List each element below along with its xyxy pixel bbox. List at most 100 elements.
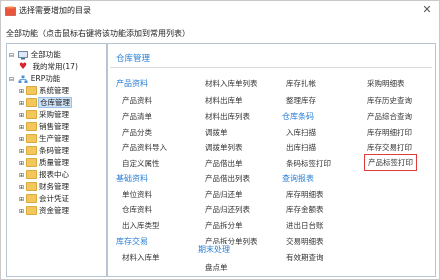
tree-item-label: 条码管理	[39, 146, 69, 155]
function-item[interactable]: 产品资料导入	[122, 142, 167, 153]
tree-item-label: 销售管理	[39, 122, 69, 131]
folder-icon	[26, 97, 37, 107]
function-item[interactable]: 产品综合查询	[367, 111, 412, 122]
tree-item-label: 会计凭证	[39, 194, 69, 203]
function-item[interactable]: 出库扫描	[286, 142, 316, 153]
tree-item-label: 财务管理	[39, 182, 69, 191]
tree-item-vouchers[interactable]: ⊞ 会计凭证	[19, 193, 69, 204]
tree-item-system[interactable]: ⊞ 系统管理	[19, 85, 69, 96]
function-item[interactable]: 材料出库单	[205, 95, 243, 106]
function-item[interactable]: 库存扎帐	[286, 78, 316, 89]
tree-favorites[interactable]: ♥ 我的常用(17)	[19, 61, 78, 72]
tree-item-funds[interactable]: ⊞ 资金管理	[19, 205, 69, 216]
tree-item-reports[interactable]: ⊞ 报表中心	[19, 169, 69, 180]
expand-icon[interactable]: ⊞	[19, 158, 26, 169]
function-item[interactable]: 材料出库列表	[205, 111, 250, 122]
function-item[interactable]: 产品资料	[122, 95, 152, 106]
function-item[interactable]: 自定义属性	[122, 158, 160, 169]
function-item[interactable]: 采购明细表	[367, 78, 405, 89]
tree-item-label: 资金管理	[39, 206, 69, 215]
function-item[interactable]: 单位资料	[122, 189, 152, 200]
tree-item-finance[interactable]: ⊞ 财务管理	[19, 181, 69, 192]
divider	[110, 67, 432, 68]
title-bar: 选择需要增加的目录 ✕	[1, 1, 439, 21]
section-title: 仓库管理	[116, 54, 151, 64]
expand-icon[interactable]: ⊞	[19, 134, 26, 145]
function-item[interactable]: 有效期查询	[286, 252, 324, 263]
hint-text: 全部功能（点击鼠标右键将该功能添加到常用列表）	[6, 29, 190, 38]
function-item[interactable]: 库存金额表	[286, 204, 324, 215]
function-item[interactable]: 入库扫描	[286, 127, 316, 138]
function-item[interactable]: 产品借出单	[205, 158, 243, 169]
computer-icon	[18, 50, 29, 59]
function-item[interactable]: 材料入库单列表	[205, 78, 258, 89]
network-icon	[18, 75, 28, 83]
expand-icon[interactable]: ⊞	[19, 122, 26, 133]
function-item[interactable]: 库存明细表	[286, 189, 324, 200]
function-item[interactable]: 交易明细表	[286, 236, 324, 247]
folder-icon	[26, 205, 37, 215]
folder-icon	[26, 145, 37, 155]
expand-icon[interactable]: ⊞	[19, 146, 26, 157]
collapse-icon[interactable]: ⊟	[9, 74, 16, 85]
folder-icon	[26, 121, 37, 131]
highlighted-function-item[interactable]: 产品标签打印	[364, 154, 417, 171]
expand-icon[interactable]: ⊞	[19, 110, 26, 121]
tree-item-label: 系统管理	[39, 86, 69, 95]
function-item[interactable]: 出入库类型	[122, 220, 160, 231]
function-item[interactable]: 调拨单列表	[205, 142, 243, 153]
function-item[interactable]: 盘点单	[205, 262, 228, 273]
tree-item-label: 质量管理	[39, 158, 69, 167]
function-item[interactable]: 产品清单	[122, 111, 152, 122]
function-item[interactable]: 整理库存	[286, 95, 316, 106]
function-item[interactable]: 产品归还列表	[205, 204, 250, 215]
tree-item-production[interactable]: ⊞ 生产管理	[19, 133, 69, 144]
expand-icon[interactable]: ⊞	[19, 194, 26, 205]
folder-icon	[26, 133, 37, 143]
function-item[interactable]: 产品归还单	[205, 189, 243, 200]
tree-item-warehouse[interactable]: ⊞ 仓库管理	[19, 97, 72, 109]
function-item[interactable]: 条码标签打印	[286, 158, 331, 169]
folder-icon	[26, 157, 37, 167]
folder-icon	[26, 109, 37, 119]
expand-icon[interactable]: ⊞	[19, 206, 26, 217]
category-query: 查询报表	[282, 174, 314, 183]
expand-icon[interactable]: ⊞	[19, 98, 26, 109]
expand-icon[interactable]: ⊞	[19, 86, 26, 97]
tree-erp[interactable]: ⊟ ERP功能	[9, 73, 60, 84]
function-item[interactable]: 产品分类	[122, 127, 152, 138]
tree-item-barcode[interactable]: ⊞ 条码管理	[19, 145, 69, 156]
app-icon	[5, 6, 16, 16]
function-item[interactable]: 产品借出列表	[205, 173, 250, 184]
category-barcode: 仓库条码	[282, 112, 314, 121]
function-item[interactable]: 仓库资料	[122, 204, 152, 215]
folder-icon	[26, 85, 37, 95]
function-item[interactable]: 库存历史查询	[367, 95, 412, 106]
category-base: 基础资料	[116, 174, 148, 183]
tree-favorites-label: 我的常用(17)	[32, 62, 78, 71]
collapse-icon[interactable]: ⊟	[9, 50, 16, 61]
function-item[interactable]: 产品拆分单	[205, 220, 243, 231]
function-item[interactable]: 进出日台账	[286, 220, 324, 231]
close-button[interactable]: ✕	[421, 4, 433, 16]
window-title: 选择需要增加的目录	[19, 6, 91, 15]
tree-item-label: 采购管理	[39, 110, 69, 119]
tree-item-quality[interactable]: ⊞ 质量管理	[19, 157, 69, 168]
category-product: 产品资料	[116, 79, 148, 88]
tree-item-label: 生产管理	[39, 134, 69, 143]
tree-root[interactable]: ⊟ 全部功能	[9, 49, 61, 60]
function-tree: ⊟ 全部功能 ♥ 我的常用(17) ⊟ ERP功能 ⊞ 系统管理 ⊞ 仓库管理 …	[6, 43, 107, 277]
expand-icon[interactable]: ⊞	[19, 170, 26, 181]
dialog-window: 选择需要增加的目录 ✕ 全部功能（点击鼠标右键将该功能添加到常用列表） ⊟ 全部…	[0, 0, 440, 280]
function-item[interactable]: 库存明细打印	[367, 127, 412, 138]
category-stock-transaction: 库存交易	[116, 237, 148, 246]
expand-icon[interactable]: ⊞	[19, 182, 26, 193]
function-item[interactable]: 调拨单	[205, 127, 228, 138]
function-item[interactable]: 库存交易打印	[367, 142, 412, 153]
tree-erp-label: ERP功能	[30, 74, 61, 83]
folder-icon	[26, 169, 37, 179]
tree-item-purchase[interactable]: ⊞ 采购管理	[19, 109, 69, 120]
function-item[interactable]: 材料入库单	[122, 252, 160, 263]
tree-item-label: 仓库管理	[38, 97, 72, 108]
tree-item-sales[interactable]: ⊞ 销售管理	[19, 121, 69, 132]
